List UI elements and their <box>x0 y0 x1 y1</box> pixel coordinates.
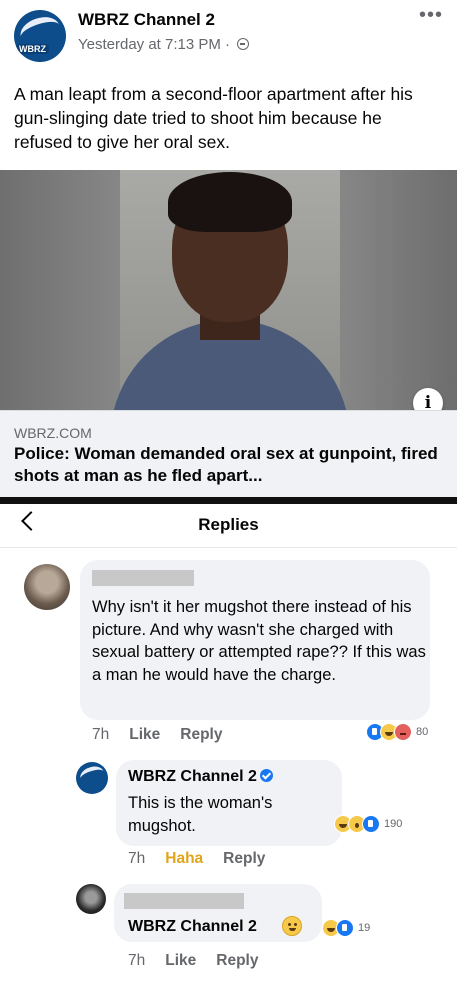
replies-header: Replies <box>0 504 457 548</box>
link-title: Police: Woman demanded oral sex at gunpo… <box>14 444 438 485</box>
angry-reaction-icon <box>394 723 412 741</box>
like-button[interactable]: Like <box>165 952 196 969</box>
reply-button[interactable]: Reply <box>180 726 222 743</box>
reply-button[interactable]: Reply <box>216 952 258 969</box>
screenshot-divider <box>0 497 457 504</box>
wbrz-logo-icon <box>78 763 106 787</box>
post-text: A man leapt from a second-floor apartmen… <box>14 84 413 152</box>
reaction-summary[interactable]: 80 <box>366 722 428 742</box>
ellipsis-icon[interactable]: ••• <box>419 5 443 25</box>
like-reaction-icon <box>362 815 380 833</box>
photo-hair <box>168 172 292 232</box>
globe-icon <box>237 38 250 50</box>
post-timestamp[interactable]: Yesterday at 7:13 PM <box>78 36 221 53</box>
like-reaction-icon <box>336 919 354 937</box>
comment-time: 7h <box>128 850 146 867</box>
comment-text: Why isn't it her mugshot there instead o… <box>92 598 426 684</box>
meta-separator: · <box>220 36 235 53</box>
comment-actions: 7h Haha Reply <box>128 850 285 868</box>
post-meta: Yesterday at 7:13 PM · <box>78 36 250 53</box>
like-button[interactable]: Like <box>129 726 160 743</box>
commenter-avatar[interactable] <box>24 564 70 610</box>
replies-title: Replies <box>198 515 259 534</box>
comment-time: 7h <box>92 726 110 743</box>
smiling-emoji-icon <box>282 916 302 936</box>
verified-badge-icon <box>259 769 273 782</box>
commenter-name-text: WBRZ Channel 2 <box>128 768 257 785</box>
haha-button[interactable]: Haha <box>165 850 203 867</box>
link-preview[interactable]: WBRZ.COM Police: Woman demanded oral sex… <box>0 410 457 497</box>
page-avatar[interactable]: WBRZ <box>14 10 66 62</box>
comment-actions: 7h Like Reply <box>92 726 242 744</box>
reaction-count: 19 <box>358 922 371 934</box>
reaction-summary[interactable]: 190 <box>334 814 402 834</box>
redacted-name <box>92 570 194 586</box>
commenter-name[interactable]: WBRZ Channel 2 <box>128 768 273 786</box>
comment-time: 7h <box>128 952 146 969</box>
avatar-badge: WBRZ <box>16 44 49 54</box>
post-card: WBRZ WBRZ Channel 2 Yesterday at 7:13 PM… <box>0 0 457 497</box>
reaction-count: 80 <box>416 726 429 738</box>
tagged-page-name[interactable]: WBRZ Channel 2 <box>128 918 257 936</box>
comment-text: This is the woman's mugshot. <box>128 794 273 835</box>
commenter-avatar[interactable] <box>76 884 106 914</box>
reaction-count: 190 <box>384 818 403 830</box>
reaction-summary[interactable]: 19 <box>322 918 370 938</box>
page-name[interactable]: WBRZ Channel 2 <box>78 10 215 30</box>
mugshot-photo[interactable] <box>0 170 457 410</box>
comment-actions: 7h Like Reply <box>128 952 278 970</box>
redacted-name <box>124 893 244 909</box>
link-domain: WBRZ.COM <box>14 425 92 441</box>
reply-button[interactable]: Reply <box>223 850 265 867</box>
post-header: WBRZ WBRZ Channel 2 Yesterday at 7:13 PM… <box>0 0 457 72</box>
page-avatar-small[interactable] <box>76 762 108 794</box>
